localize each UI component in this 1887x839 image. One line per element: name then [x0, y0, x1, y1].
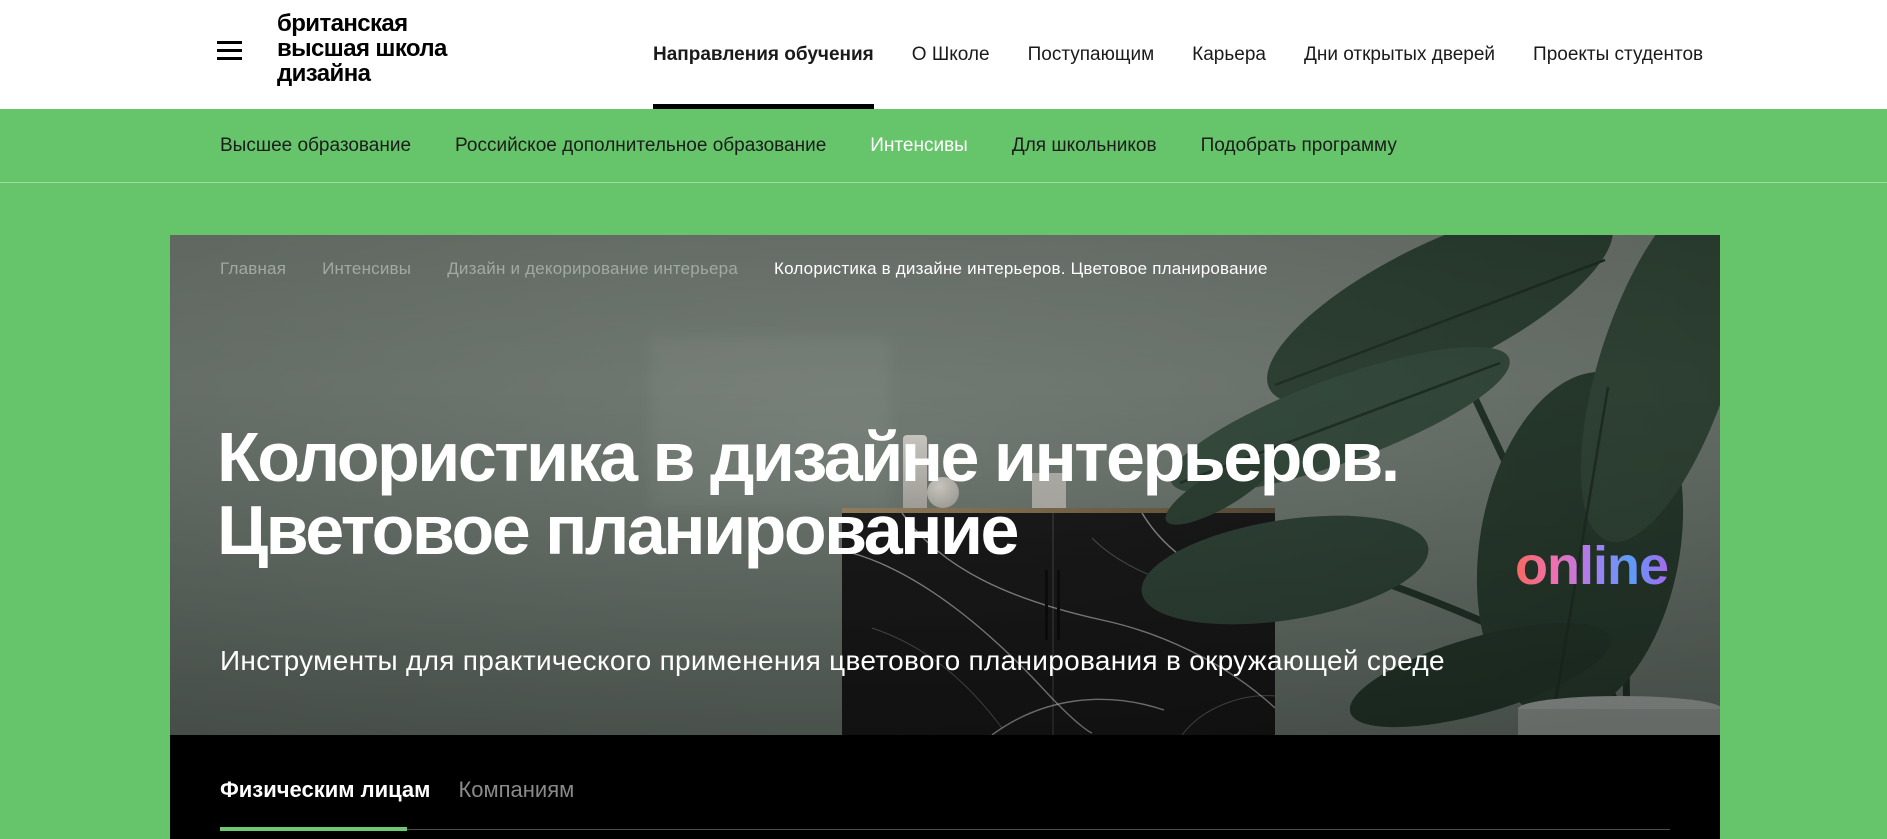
logo-line: высшая школа	[277, 35, 447, 62]
logo-line: британская	[277, 10, 408, 37]
page-subtitle: Инструменты для практического применения…	[220, 645, 1445, 676]
tab-individuals[interactable]: Физическим лицам	[220, 777, 430, 803]
main-nav: Направления обучения О Школе Поступающим…	[653, 0, 1703, 109]
cabinet-handle	[1045, 570, 1048, 640]
subnav-item-choose-program[interactable]: Подобрать программу	[1201, 135, 1397, 157]
page-background: Высшее образование Российское дополнител…	[0, 109, 1887, 839]
nav-item-student-projects[interactable]: Проекты студентов	[1533, 0, 1703, 109]
audience-tabs: Физическим лицам Компаниям	[220, 777, 574, 803]
breadcrumb-home[interactable]: Главная	[220, 259, 286, 279]
nav-item-career[interactable]: Карьера	[1192, 0, 1266, 109]
audience-tabs-bar: Физическим лицам Компаниям	[170, 735, 1720, 839]
subnav-item-additional-education[interactable]: Российское дополнительное образование	[455, 135, 826, 157]
nav-item-open-days[interactable]: Дни открытых дверей	[1304, 0, 1495, 109]
breadcrumb-interior-design[interactable]: Дизайн и декорирование интерьера	[447, 259, 738, 279]
secondary-nav: Высшее образование Российское дополнител…	[0, 109, 1887, 183]
hero-banner: Главная Интенсивы Дизайн и декорирование…	[170, 235, 1720, 735]
online-badge: online	[1515, 536, 1669, 596]
menu-icon-bar	[217, 41, 242, 44]
page-title-line1: Колористика в дизайне интерьеров.	[217, 418, 1400, 496]
menu-icon[interactable]	[217, 41, 242, 61]
tab-companies[interactable]: Компаниям	[458, 777, 574, 803]
menu-icon-bar	[217, 49, 242, 52]
subnav-item-for-schoolkids[interactable]: Для школьников	[1012, 135, 1157, 157]
school-logo[interactable]: британская высшая школа дизайна	[277, 11, 447, 86]
nav-item-about-school[interactable]: О Школе	[912, 0, 990, 109]
logo-line: дизайна	[277, 60, 371, 87]
breadcrumb: Главная Интенсивы Дизайн и декорирование…	[220, 259, 1268, 279]
menu-icon-bar	[217, 57, 242, 60]
active-tab-underline	[220, 827, 407, 831]
breadcrumb-intensives[interactable]: Интенсивы	[322, 259, 411, 279]
breadcrumb-current-page: Колористика в дизайне интерьеров. Цветов…	[773, 259, 1268, 278]
nav-item-directions[interactable]: Направления обучения	[653, 0, 874, 109]
page-title-line2: Цветовое планирование	[217, 491, 1019, 569]
subnav-item-intensives[interactable]: Интенсивы	[870, 135, 968, 157]
cabinet-handle	[1057, 570, 1060, 640]
nav-item-applicants[interactable]: Поступающим	[1028, 0, 1155, 109]
site-header: британская высшая школа дизайна Направле…	[0, 0, 1887, 109]
tab-track-line	[220, 829, 1670, 830]
subnav-item-higher-education[interactable]: Высшее образование	[220, 135, 411, 157]
page-title: Колористика в дизайне интерьеров. Цветов…	[217, 418, 1400, 569]
